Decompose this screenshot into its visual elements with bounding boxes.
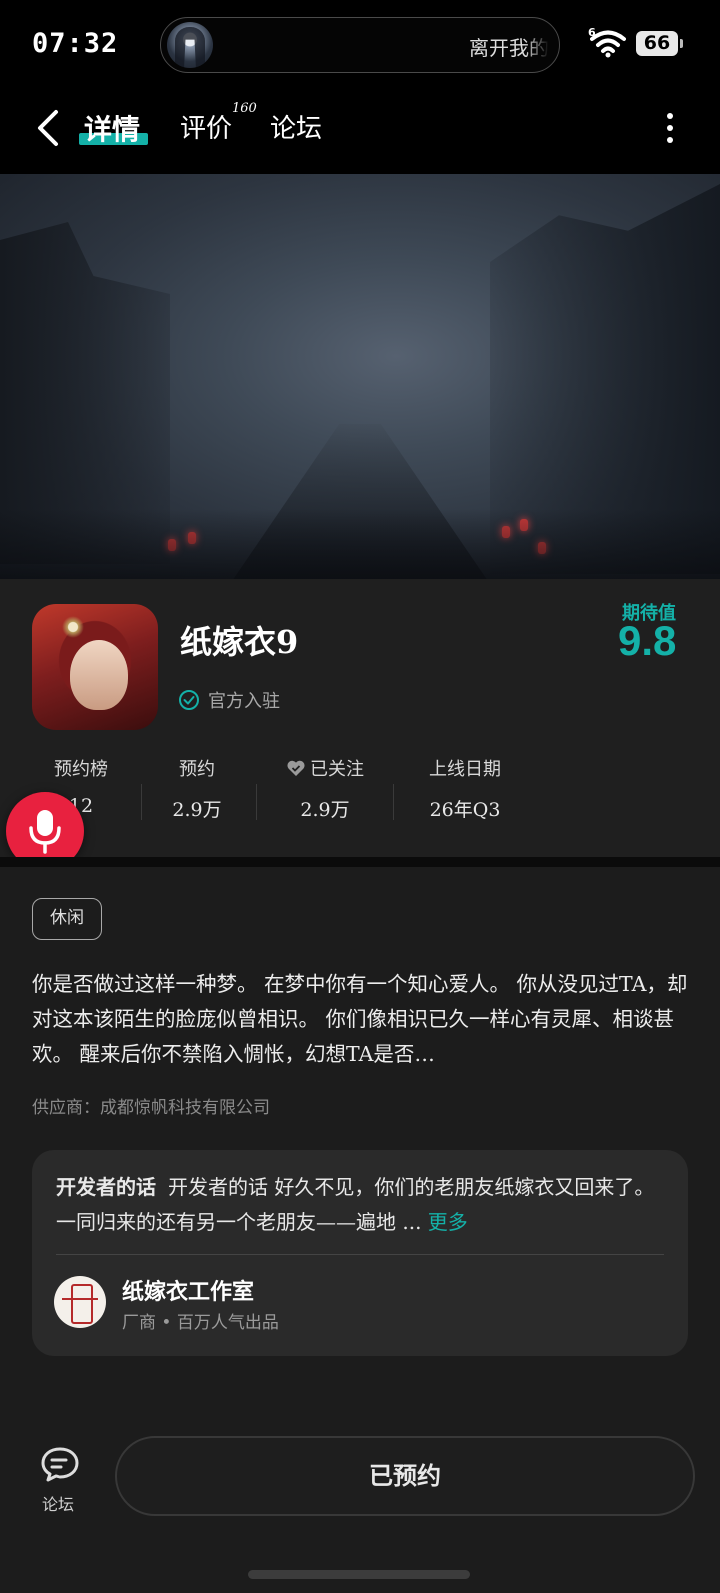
game-description[interactable]: 你是否做过这样一种梦。 在梦中你有一个知心爱人。 你从没见过TA，却对这本该陌生… [32,967,692,1073]
stat-value: 26年Q3 [429,799,501,821]
media-island[interactable]: 离开我的 [160,17,560,73]
media-title: 离开我的 [469,36,549,60]
media-avatar [167,22,213,68]
stat-label: 已关注 [280,755,370,781]
bottom-action-bar: 论坛 已预约 [0,1427,720,1593]
verified-label: 官方入驻 [208,691,280,712]
stat-value: 2.9万 [300,799,350,821]
stat-label: 预约榜 [54,759,108,780]
stat-label: 预约 [179,759,215,780]
battery-icon: 66 [636,31,683,56]
stat-reservations: 预约 2.9万 [160,755,234,822]
supplier-info: 供应商：成都惊帆科技有限公司 [32,1098,270,1118]
game-title: 纸嫁衣9 [180,623,299,661]
following-label: 已关注 [310,759,364,780]
stat-label: 上线日期 [429,759,501,780]
detail-content: 休闲 你是否做过这样一种梦。 在梦中你有一个知心爱人。 你从没见过TA，却对这本… [0,867,720,1427]
more-options-icon[interactable] [660,110,680,146]
verified-check-icon [179,690,199,710]
tab-detail[interactable]: 详情 [84,108,140,148]
developer-note-heading: 开发者的话 [56,1175,156,1199]
developer-note-card[interactable]: 开发者的话 开发者的话 好久不见，你们的老朋友纸嫁衣又回来了。 一同归来的还有另一… [32,1150,688,1356]
developer-note-more-link[interactable]: 更多 [428,1210,468,1234]
game-icon[interactable] [32,604,158,730]
status-time: 07:32 [32,28,119,59]
hero-fade [0,509,720,579]
developer-note: 开发者的话 开发者的话 好久不见，你们的老朋友纸嫁衣又回来了。 一同归来的还有另一… [56,1170,668,1240]
forum-label[interactable]: 论坛 [42,1491,74,1515]
studio-logo[interactable] [54,1276,106,1328]
stat-divider [256,784,257,820]
top-nav: 详情 评价 160 论坛 [0,88,720,174]
heart-icon [287,760,305,776]
game-info-card: 纸嫁衣9 官方入驻 期待值 9.8 预约榜 12 预约 2.9万 已关注 2.9… [0,579,720,857]
expectation-score: 9.8 [618,617,677,664]
section-divider [0,857,720,867]
home-indicator[interactable] [248,1570,470,1579]
stat-release-date: 上线日期 26年Q3 [420,755,510,822]
wifi-icon [590,30,626,58]
card-divider [56,1254,664,1255]
reserved-button[interactable]: 已预约 [115,1436,695,1516]
studio-name[interactable]: 纸嫁衣工作室 [122,1274,254,1306]
microphone-icon [29,810,61,854]
studio-subtitle: 厂商 • 百万人气出品 [122,1313,279,1333]
tab-forum[interactable]: 论坛 [270,108,322,145]
genre-tag[interactable]: 休闲 [32,898,102,940]
review-count: 160 [232,101,257,116]
forum-icon[interactable] [40,1445,82,1485]
back-icon[interactable] [34,108,62,148]
tab-review[interactable]: 评价 [180,108,232,145]
stat-value: 2.9万 [172,799,222,821]
hero-banner-image[interactable] [0,174,720,579]
stat-divider [141,784,142,820]
status-bar: 07:32 离开我的 6 66 [0,0,720,88]
stat-following[interactable]: 已关注 2.9万 [280,755,370,822]
stat-divider [393,784,394,820]
